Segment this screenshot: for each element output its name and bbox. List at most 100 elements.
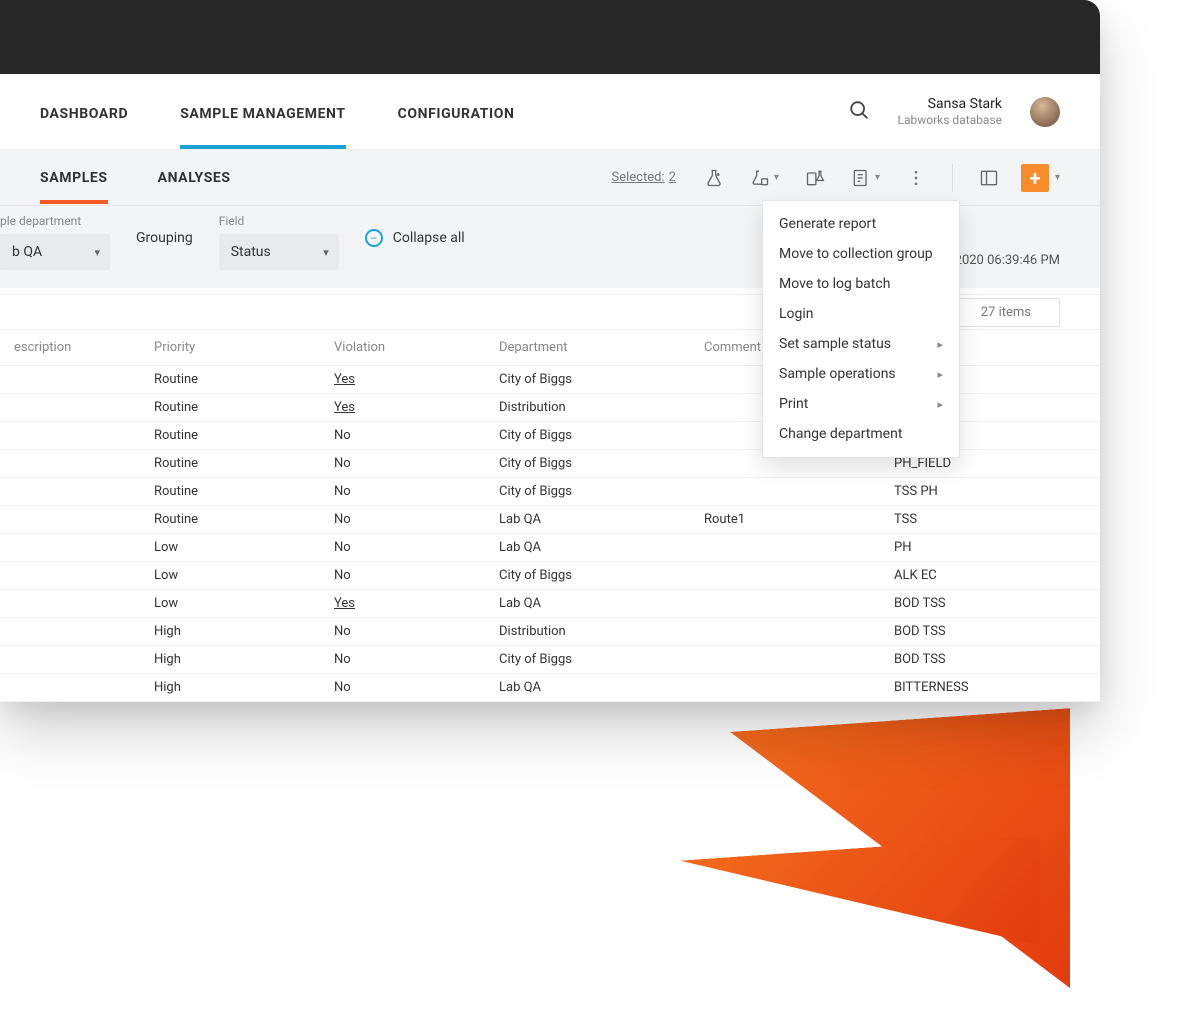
cell-analyses: BOD TSS	[880, 624, 1080, 639]
context-menu: Generate reportMove to collection groupM…	[762, 200, 960, 458]
col-violation[interactable]: Violation	[320, 340, 485, 355]
cell-comment	[690, 456, 880, 471]
decorative-wedge	[680, 835, 1040, 970]
field-select[interactable]: Status	[219, 234, 339, 270]
col-description[interactable]: escription	[0, 340, 140, 355]
cell-priority: High	[140, 652, 320, 667]
cell-priority: High	[140, 680, 320, 695]
menu-item[interactable]: Move to log batch	[763, 269, 959, 299]
table-row[interactable]: LowNoCity of Biggs ALK EC	[0, 562, 1100, 590]
submenu-arrow-icon: ▸	[937, 398, 943, 411]
department-select[interactable]: b QA	[0, 234, 110, 270]
table-row[interactable]: LowNoLab QAPH	[0, 534, 1100, 562]
cell-analyses: ALK EC	[880, 568, 1080, 583]
cell-violation: No	[320, 652, 485, 667]
col-department[interactable]: Department	[485, 340, 690, 355]
cell-description	[0, 568, 140, 583]
cell-comment	[690, 596, 880, 611]
cell-department: Lab QA	[485, 512, 690, 527]
cell-violation: No	[320, 680, 485, 695]
collapse-all-button[interactable]: – Collapse all	[365, 229, 465, 255]
table-row[interactable]: HighNoLab QA BITTERNESS	[0, 674, 1100, 702]
toolbar-separator	[952, 164, 953, 192]
tab-analyses[interactable]: ANALYSES	[158, 152, 231, 204]
cell-comment	[690, 484, 880, 499]
cell-analyses: BOD TSS	[880, 652, 1080, 667]
cell-violation[interactable]: Yes	[320, 372, 485, 387]
field-filter: Field Status	[219, 214, 339, 270]
table-row[interactable]: HighNoCity of BiggsBOD TSS	[0, 646, 1100, 674]
cell-violation[interactable]: Yes	[320, 596, 485, 611]
cell-comment	[690, 680, 880, 695]
chevron-down-icon: ▾	[875, 172, 880, 183]
cell-department: City of Biggs	[485, 484, 690, 499]
avatar[interactable]	[1030, 97, 1060, 127]
grouping-label: Grouping	[136, 230, 193, 254]
cell-violation: No	[320, 456, 485, 471]
toolbar-layout-icon[interactable]	[975, 164, 1003, 192]
cell-violation: No	[320, 540, 485, 555]
cell-violation: No	[320, 624, 485, 639]
item-count: 27 items	[952, 298, 1060, 327]
add-button[interactable]: +	[1021, 164, 1049, 192]
cell-department: Lab QA	[485, 680, 690, 695]
cell-comment	[690, 568, 880, 583]
user-database: Labworks database	[898, 113, 1002, 127]
cell-analyses: TSS PH	[880, 484, 1080, 499]
cell-analyses: PH_FIELD	[880, 456, 1080, 471]
nav-dashboard[interactable]: DASHBOARD	[40, 76, 128, 148]
cell-department: City of Biggs	[485, 568, 690, 583]
cell-department: Distribution	[485, 624, 690, 639]
cell-department: City of Biggs	[485, 372, 690, 387]
search-icon[interactable]	[848, 99, 870, 125]
cell-violation: No	[320, 428, 485, 443]
cell-description	[0, 372, 140, 387]
collapse-icon: –	[365, 229, 383, 247]
cell-priority: Low	[140, 568, 320, 583]
submenu-arrow-icon: ▸	[937, 338, 943, 351]
cell-comment: Route1	[690, 512, 880, 527]
chevron-down-icon: ▾	[774, 172, 779, 183]
table-row[interactable]: RoutineNoCity of BiggsTSS PH	[0, 478, 1100, 506]
toolbar-flask-group-icon[interactable]: ▾	[746, 164, 783, 192]
nav-configuration[interactable]: CONFIGURATION	[398, 76, 515, 148]
toolbar-more-icon[interactable]	[902, 164, 930, 192]
menu-item[interactable]: Generate report	[763, 209, 959, 239]
menu-item[interactable]: Change department	[763, 419, 959, 449]
cell-analyses: BITTERNESS	[880, 680, 1080, 695]
table-row[interactable]: RoutineNoLab QARoute1TSS	[0, 506, 1100, 534]
cell-priority: High	[140, 624, 320, 639]
cell-description	[0, 540, 140, 555]
cell-priority: Routine	[140, 372, 320, 387]
toolbar-flask-download-icon[interactable]	[700, 164, 728, 192]
cell-comment	[690, 540, 880, 555]
cell-description	[0, 456, 140, 471]
menu-item[interactable]: Sample operations▸	[763, 359, 959, 389]
cell-department: City of Biggs	[485, 428, 690, 443]
menu-item[interactable]: Move to collection group	[763, 239, 959, 269]
menu-item[interactable]: Print▸	[763, 389, 959, 419]
submenu-arrow-icon: ▸	[937, 368, 943, 381]
toolbar-report-icon[interactable]: ▾	[847, 164, 884, 192]
menu-item[interactable]: Login	[763, 299, 959, 329]
chevron-down-icon[interactable]: ▾	[1055, 172, 1060, 183]
user-block[interactable]: Sansa Stark Labworks database	[898, 96, 1002, 127]
selected-count-link[interactable]: Selected: 2	[611, 170, 675, 185]
menu-item[interactable]: Set sample status▸	[763, 329, 959, 359]
cell-analyses: PH	[880, 540, 1080, 555]
cell-department: Lab QA	[485, 596, 690, 611]
cell-comment	[690, 652, 880, 667]
table-row[interactable]: HighNoDistribution BOD TSS	[0, 618, 1100, 646]
cell-priority: Low	[140, 596, 320, 611]
cell-violation: No	[320, 568, 485, 583]
col-priority[interactable]: Priority	[140, 340, 320, 355]
cell-department: City of Biggs	[485, 456, 690, 471]
table-row[interactable]: LowYesLab QABOD TSS	[0, 590, 1100, 618]
sub-navigation: SAMPLES ANALYSES Selected: 2 ▾ ▾	[0, 150, 1100, 206]
nav-sample-management[interactable]: SAMPLE MANAGEMENT	[180, 76, 345, 148]
tab-samples[interactable]: SAMPLES	[40, 152, 108, 204]
cell-violation[interactable]: Yes	[320, 400, 485, 415]
toolbar-batch-icon[interactable]	[801, 164, 829, 192]
cell-violation: No	[320, 484, 485, 499]
cell-priority: Routine	[140, 400, 320, 415]
